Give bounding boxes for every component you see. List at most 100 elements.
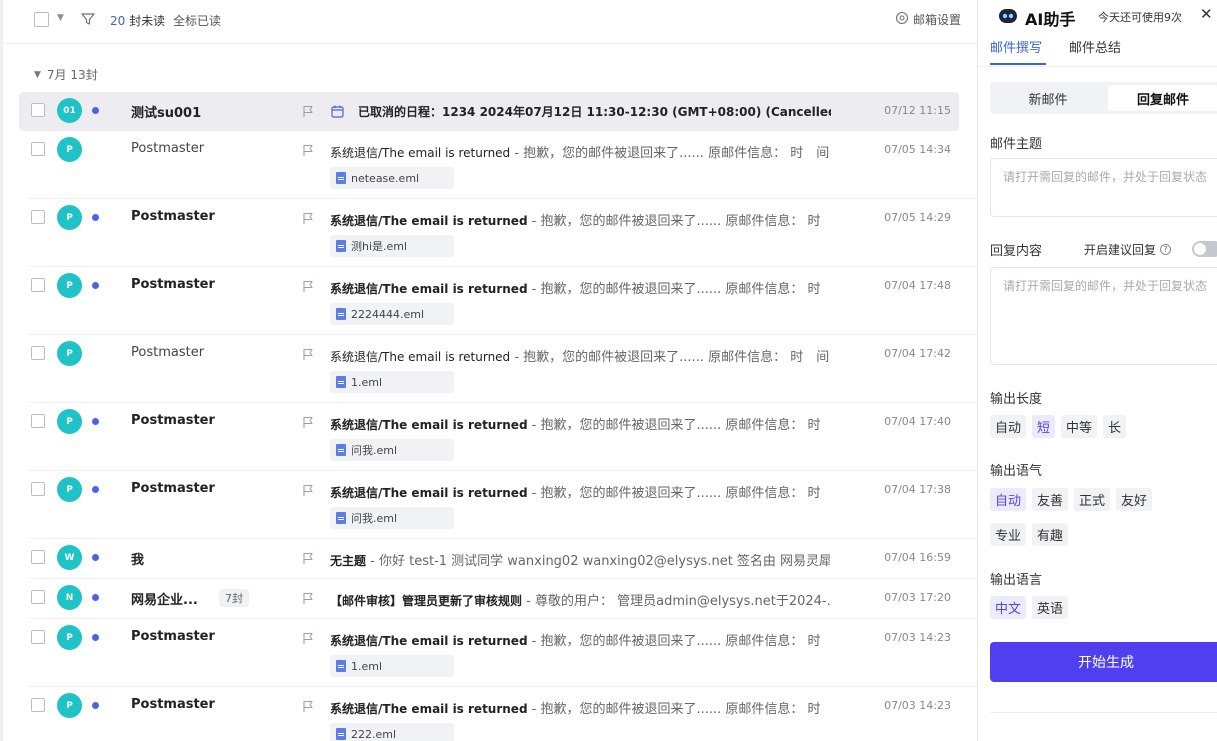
- tone-option-fun[interactable]: 有趣: [1032, 523, 1069, 546]
- length-option-medium[interactable]: 中等: [1061, 415, 1098, 438]
- file-icon: [336, 172, 346, 184]
- select-all-checkbox[interactable]: [34, 12, 49, 27]
- attachment-chip[interactable]: 问我.eml: [330, 507, 454, 529]
- email-checkbox[interactable]: [31, 698, 45, 712]
- flag-icon[interactable]: [302, 210, 314, 229]
- email-subject: 系统退信/The email is returned: [330, 350, 511, 364]
- mark-all-read-button[interactable]: 全标已读: [173, 12, 221, 29]
- email-row[interactable]: 01 测试su001 已取消的日程：1234 2024年07月12日 11:30-1…: [19, 92, 959, 131]
- email-row[interactable]: P Postmaster 系统退信/The email is returned - …: [19, 687, 959, 741]
- email-date: 07/12 11:15: [884, 104, 951, 117]
- email-checkbox[interactable]: [31, 630, 45, 644]
- filter-icon[interactable]: [81, 11, 95, 30]
- reply-content-input[interactable]: 请打开需回复的邮件，并处于回复状态: [990, 267, 1217, 365]
- email-checkbox[interactable]: [31, 103, 45, 117]
- start-generate-button[interactable]: 开始生成: [990, 642, 1217, 682]
- flag-icon[interactable]: [302, 698, 314, 717]
- email-row[interactable]: P Postmaster 系统退信/The email is returned - …: [19, 131, 977, 199]
- flag-icon[interactable]: [302, 414, 314, 433]
- email-row[interactable]: P Postmaster 系统退信/The email is returned - …: [19, 403, 977, 471]
- length-option-short[interactable]: 短: [1032, 415, 1056, 438]
- attachment-chip[interactable]: 1.eml: [330, 371, 454, 393]
- mode-new-mail-button[interactable]: 新邮件: [993, 85, 1103, 111]
- attachment-name: 1.eml: [351, 375, 383, 389]
- email-checkbox[interactable]: [31, 346, 45, 360]
- ai-usage-quota: 今天还可使用9次: [1098, 11, 1182, 24]
- attachment-chip[interactable]: 1.eml: [330, 655, 454, 677]
- flag-icon[interactable]: [302, 278, 314, 297]
- flag-icon[interactable]: [302, 630, 314, 649]
- attachment-chip[interactable]: 2224444.eml: [330, 303, 454, 325]
- avatar: N: [57, 585, 82, 610]
- subject-input[interactable]: 请打开需回复的邮件，并处于回复状态: [990, 158, 1217, 217]
- email-checkbox[interactable]: [31, 142, 45, 156]
- tab-compose[interactable]: 邮件撰写: [990, 37, 1042, 56]
- flag-icon[interactable]: [302, 550, 314, 569]
- email-row[interactable]: P Postmaster 系统退信/The email is returned - …: [19, 335, 977, 403]
- email-checkbox[interactable]: [31, 482, 45, 496]
- mailbox-settings-label: 邮箱设置: [913, 13, 962, 27]
- email-row[interactable]: P Postmaster 系统退信/The email is returned - …: [19, 471, 977, 539]
- email-checkbox[interactable]: [31, 414, 45, 428]
- email-subject-line: 系统退信/The email is returned - 抱歉，您的邮件被退回来…: [330, 210, 830, 229]
- email-date: 07/04 17:48: [884, 279, 951, 292]
- email-date: 07/04 17:40: [884, 415, 951, 428]
- attachment-chip[interactable]: 222.eml: [330, 723, 454, 741]
- flag-icon[interactable]: [302, 142, 314, 161]
- email-sender: Postmaster: [131, 481, 215, 496]
- attachment-chip[interactable]: 问我.eml: [330, 439, 454, 461]
- tone-option-friendly[interactable]: 友好: [1116, 488, 1153, 511]
- close-icon[interactable]: ✕: [1200, 5, 1213, 23]
- language-option-chinese[interactable]: 中文: [990, 596, 1027, 619]
- attachment-chip[interactable]: 测hi是.eml: [330, 235, 454, 257]
- email-row[interactable]: P Postmaster 系统退信/The email is returned - …: [19, 199, 977, 267]
- email-snippet: - 抱歉，您的邮件被退回来了...... 原邮件信息： 时 间...: [510, 350, 830, 365]
- tone-option-professional[interactable]: 专业: [990, 523, 1027, 546]
- file-icon: [336, 512, 346, 524]
- email-row[interactable]: P Postmaster 系统退信/The email is returned - …: [19, 619, 977, 687]
- email-sender: 测试su001: [131, 106, 202, 121]
- unread-count-link[interactable]: 20 封未读: [110, 12, 165, 29]
- flag-icon[interactable]: [302, 103, 314, 122]
- attachment-name: 问我.eml: [351, 512, 398, 525]
- help-icon[interactable]: ?: [1160, 244, 1172, 255]
- email-row[interactable]: N 网易企业... 7封 【邮件审核】管理员更新了审核规则 - 尊敬的用户： 管理员a…: [19, 579, 977, 619]
- tone-option-auto[interactable]: 自动: [990, 488, 1027, 511]
- calendar-icon: [331, 103, 344, 122]
- panel-bottom-divider: [990, 712, 1217, 713]
- select-dropdown-caret-icon[interactable]: ▼: [57, 13, 64, 23]
- email-date: 07/05 14:34: [884, 143, 951, 156]
- avatar: P: [57, 341, 82, 366]
- thread-count-badge: 7封: [219, 589, 249, 607]
- mailbox-settings-button[interactable]: 邮箱设置: [895, 11, 961, 28]
- attachment-chip[interactable]: netease.eml: [330, 167, 454, 189]
- email-checkbox[interactable]: [31, 210, 45, 224]
- email-row[interactable]: W 我 无主题 - 你好 test-1 测试同学 wanxing02 wanxing…: [19, 539, 977, 579]
- mode-reply-mail-button[interactable]: 回复邮件: [1108, 85, 1217, 111]
- email-row[interactable]: P Postmaster 系统退信/The email is returned - …: [19, 267, 977, 335]
- email-checkbox[interactable]: [31, 550, 45, 564]
- email-checkbox[interactable]: [31, 590, 45, 604]
- flag-icon[interactable]: [302, 482, 314, 501]
- avatar: W: [57, 545, 82, 570]
- flag-icon[interactable]: [302, 590, 314, 609]
- tab-summary[interactable]: 邮件总结: [1069, 37, 1121, 56]
- date-group-header[interactable]: ▼ 7月 13封: [34, 66, 98, 83]
- suggest-reply-toggle[interactable]: [1192, 241, 1217, 257]
- attachment-name: 1.eml: [351, 659, 383, 673]
- unread-suffix: 封未读: [125, 14, 166, 28]
- email-subject-line: 已取消的日程：1234 2024年07月12日 11:30-12:30 (GMT…: [358, 103, 831, 120]
- length-option-long[interactable]: 长: [1103, 415, 1127, 438]
- unread-dot: [92, 702, 99, 709]
- file-icon: [336, 308, 346, 320]
- email-subject: 已取消的日程：1234 2024年07月12日 11:30-12:30 (GMT…: [358, 105, 831, 119]
- tone-option-formal[interactable]: 正式: [1074, 488, 1111, 511]
- email-checkbox[interactable]: [31, 278, 45, 292]
- length-option-auto[interactable]: 自动: [990, 415, 1027, 438]
- language-option-english[interactable]: 英语: [1032, 596, 1069, 619]
- flag-icon[interactable]: [302, 346, 314, 365]
- tone-option-kind[interactable]: 友善: [1032, 488, 1069, 511]
- email-subject-line: 【邮件审核】管理员更新了审核规则 - 尊敬的用户： 管理员admin@elysy…: [330, 590, 830, 609]
- email-date: 07/03 14:23: [884, 631, 951, 644]
- mail-list-pane: ▼ 20 封未读 全标已读 邮箱设置 ▼ 7月 13封 01 测试su001 已取消…: [0, 0, 977, 741]
